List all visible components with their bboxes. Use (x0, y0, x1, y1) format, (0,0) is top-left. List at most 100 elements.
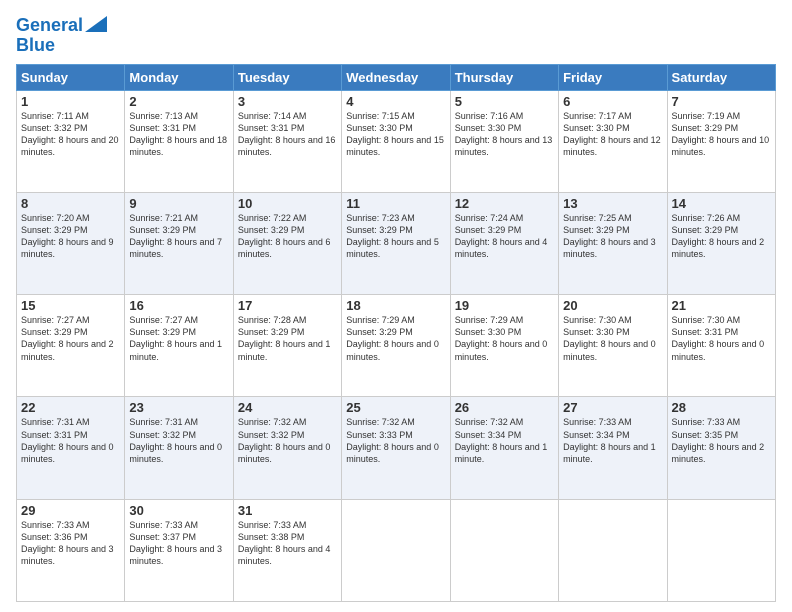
day-number: 25 (346, 400, 445, 415)
calendar-cell: 10Sunrise: 7:22 AMSunset: 3:29 PMDayligh… (233, 192, 341, 294)
cell-info: Sunrise: 7:33 AMSunset: 3:35 PMDaylight:… (672, 417, 765, 463)
day-number: 29 (21, 503, 120, 518)
calendar-cell: 16 Sunrise: 7:27 AMSunset: 3:29 PMDayligh… (125, 295, 233, 397)
calendar-cell: 6Sunrise: 7:17 AMSunset: 3:30 PMDaylight… (559, 90, 667, 192)
calendar-header-sunday: Sunday (17, 64, 125, 90)
cell-info: Sunrise: 7:28 AMSunset: 3:29 PMDaylight:… (238, 315, 331, 361)
cell-info: Sunrise: 7:13 AMSunset: 3:31 PMDaylight:… (129, 111, 227, 157)
cell-info: Sunrise: 7:33 AMSunset: 3:37 PMDaylight:… (129, 520, 222, 566)
calendar-cell: 24 Sunrise: 7:32 AMSunset: 3:32 PMDayligh… (233, 397, 341, 499)
cell-info: Sunrise: 7:21 AMSunset: 3:29 PMDaylight:… (129, 213, 222, 259)
day-number: 21 (672, 298, 771, 313)
calendar-header-tuesday: Tuesday (233, 64, 341, 90)
calendar-cell: 26 Sunrise: 7:32 AMSunset: 3:34 PMDayligh… (450, 397, 558, 499)
logo-general: General (16, 15, 83, 35)
cell-info: Sunrise: 7:30 AMSunset: 3:30 PMDaylight:… (563, 315, 656, 361)
day-number: 11 (346, 196, 445, 211)
cell-info: Sunrise: 7:33 AMSunset: 3:38 PMDaylight:… (238, 520, 331, 566)
day-number: 18 (346, 298, 445, 313)
day-number: 23 (129, 400, 228, 415)
day-number: 30 (129, 503, 228, 518)
calendar-cell: 20 Sunrise: 7:30 AMSunset: 3:30 PMDayligh… (559, 295, 667, 397)
cell-info: Sunrise: 7:17 AMSunset: 3:30 PMDaylight:… (563, 111, 661, 157)
cell-info: Sunrise: 7:16 AMSunset: 3:30 PMDaylight:… (455, 111, 553, 157)
calendar-header-row: SundayMondayTuesdayWednesdayThursdayFrid… (17, 64, 776, 90)
calendar-week-row: 15 Sunrise: 7:27 AMSunset: 3:29 PMDayligh… (17, 295, 776, 397)
calendar-header-friday: Friday (559, 64, 667, 90)
day-number: 5 (455, 94, 554, 109)
day-number: 28 (672, 400, 771, 415)
day-number: 14 (672, 196, 771, 211)
logo: General Blue (16, 16, 107, 56)
cell-info: Sunrise: 7:22 AMSunset: 3:29 PMDaylight:… (238, 213, 331, 259)
cell-info: Sunrise: 7:31 AMSunset: 3:31 PMDaylight:… (21, 417, 114, 463)
calendar-cell: 12 Sunrise: 7:24 AMSunset: 3:29 PMDayligh… (450, 192, 558, 294)
cell-info: Sunrise: 7:24 AMSunset: 3:29 PMDaylight:… (455, 213, 548, 259)
calendar-week-row: 22 Sunrise: 7:31 AMSunset: 3:31 PMDayligh… (17, 397, 776, 499)
cell-info: Sunrise: 7:14 AMSunset: 3:31 PMDaylight:… (238, 111, 336, 157)
logo-icon (85, 16, 107, 32)
calendar-cell: 31Sunrise: 7:33 AMSunset: 3:38 PMDayligh… (233, 499, 341, 601)
calendar-header-monday: Monday (125, 64, 233, 90)
calendar-week-row: 1Sunrise: 7:11 AMSunset: 3:32 PMDaylight… (17, 90, 776, 192)
cell-info: Sunrise: 7:25 AMSunset: 3:29 PMDaylight:… (563, 213, 656, 259)
cell-info: Sunrise: 7:15 AMSunset: 3:30 PMDaylight:… (346, 111, 444, 157)
calendar-cell (667, 499, 775, 601)
day-number: 17 (238, 298, 337, 313)
calendar-cell: 22 Sunrise: 7:31 AMSunset: 3:31 PMDayligh… (17, 397, 125, 499)
day-number: 26 (455, 400, 554, 415)
day-number: 8 (21, 196, 120, 211)
calendar-cell: 28 Sunrise: 7:33 AMSunset: 3:35 PMDayligh… (667, 397, 775, 499)
calendar-cell: 11 Sunrise: 7:23 AMSunset: 3:29 PMDayligh… (342, 192, 450, 294)
day-number: 12 (455, 196, 554, 211)
day-number: 1 (21, 94, 120, 109)
day-number: 24 (238, 400, 337, 415)
calendar-cell: 23 Sunrise: 7:31 AMSunset: 3:32 PMDayligh… (125, 397, 233, 499)
cell-info: Sunrise: 7:31 AMSunset: 3:32 PMDaylight:… (129, 417, 222, 463)
logo-text: General (16, 16, 83, 36)
cell-info: Sunrise: 7:27 AMSunset: 3:29 PMDaylight:… (21, 315, 114, 361)
day-number: 2 (129, 94, 228, 109)
calendar-cell: 9 Sunrise: 7:21 AMSunset: 3:29 PMDaylight… (125, 192, 233, 294)
cell-info: Sunrise: 7:32 AMSunset: 3:33 PMDaylight:… (346, 417, 439, 463)
calendar-cell: 2 Sunrise: 7:13 AMSunset: 3:31 PMDaylight… (125, 90, 233, 192)
cell-info: Sunrise: 7:32 AMSunset: 3:34 PMDaylight:… (455, 417, 548, 463)
calendar-cell: 14 Sunrise: 7:26 AMSunset: 3:29 PMDayligh… (667, 192, 775, 294)
cell-info: Sunrise: 7:23 AMSunset: 3:29 PMDaylight:… (346, 213, 439, 259)
logo-blue: Blue (16, 36, 55, 56)
calendar-table: SundayMondayTuesdayWednesdayThursdayFrid… (16, 64, 776, 602)
day-number: 3 (238, 94, 337, 109)
day-number: 20 (563, 298, 662, 313)
calendar-cell: 7 Sunrise: 7:19 AMSunset: 3:29 PMDaylight… (667, 90, 775, 192)
calendar-cell: 8Sunrise: 7:20 AMSunset: 3:29 PMDaylight… (17, 192, 125, 294)
calendar-header-wednesday: Wednesday (342, 64, 450, 90)
calendar-cell: 15 Sunrise: 7:27 AMSunset: 3:29 PMDayligh… (17, 295, 125, 397)
cell-info: Sunrise: 7:30 AMSunset: 3:31 PMDaylight:… (672, 315, 765, 361)
day-number: 7 (672, 94, 771, 109)
cell-info: Sunrise: 7:29 AMSunset: 3:29 PMDaylight:… (346, 315, 439, 361)
day-number: 4 (346, 94, 445, 109)
calendar-cell: 13Sunrise: 7:25 AMSunset: 3:29 PMDayligh… (559, 192, 667, 294)
day-number: 16 (129, 298, 228, 313)
day-number: 19 (455, 298, 554, 313)
calendar-header-saturday: Saturday (667, 64, 775, 90)
calendar-cell (559, 499, 667, 601)
calendar-cell: 25 Sunrise: 7:32 AMSunset: 3:33 PMDayligh… (342, 397, 450, 499)
calendar-week-row: 8Sunrise: 7:20 AMSunset: 3:29 PMDaylight… (17, 192, 776, 294)
cell-info: Sunrise: 7:32 AMSunset: 3:32 PMDaylight:… (238, 417, 331, 463)
day-number: 22 (21, 400, 120, 415)
cell-info: Sunrise: 7:29 AMSunset: 3:30 PMDaylight:… (455, 315, 548, 361)
calendar-cell: 17 Sunrise: 7:28 AMSunset: 3:29 PMDayligh… (233, 295, 341, 397)
cell-info: Sunrise: 7:27 AMSunset: 3:29 PMDaylight:… (129, 315, 222, 361)
day-number: 15 (21, 298, 120, 313)
day-number: 27 (563, 400, 662, 415)
day-number: 9 (129, 196, 228, 211)
calendar-cell (450, 499, 558, 601)
calendar-cell: 1Sunrise: 7:11 AMSunset: 3:32 PMDaylight… (17, 90, 125, 192)
calendar-cell: 4 Sunrise: 7:15 AMSunset: 3:30 PMDaylight… (342, 90, 450, 192)
page: General Blue SundayMondayTuesdayWednesda… (0, 0, 792, 612)
calendar-cell (342, 499, 450, 601)
calendar-cell: 30 Sunrise: 7:33 AMSunset: 3:37 PMDayligh… (125, 499, 233, 601)
cell-info: Sunrise: 7:19 AMSunset: 3:29 PMDaylight:… (672, 111, 770, 157)
cell-info: Sunrise: 7:26 AMSunset: 3:29 PMDaylight:… (672, 213, 765, 259)
